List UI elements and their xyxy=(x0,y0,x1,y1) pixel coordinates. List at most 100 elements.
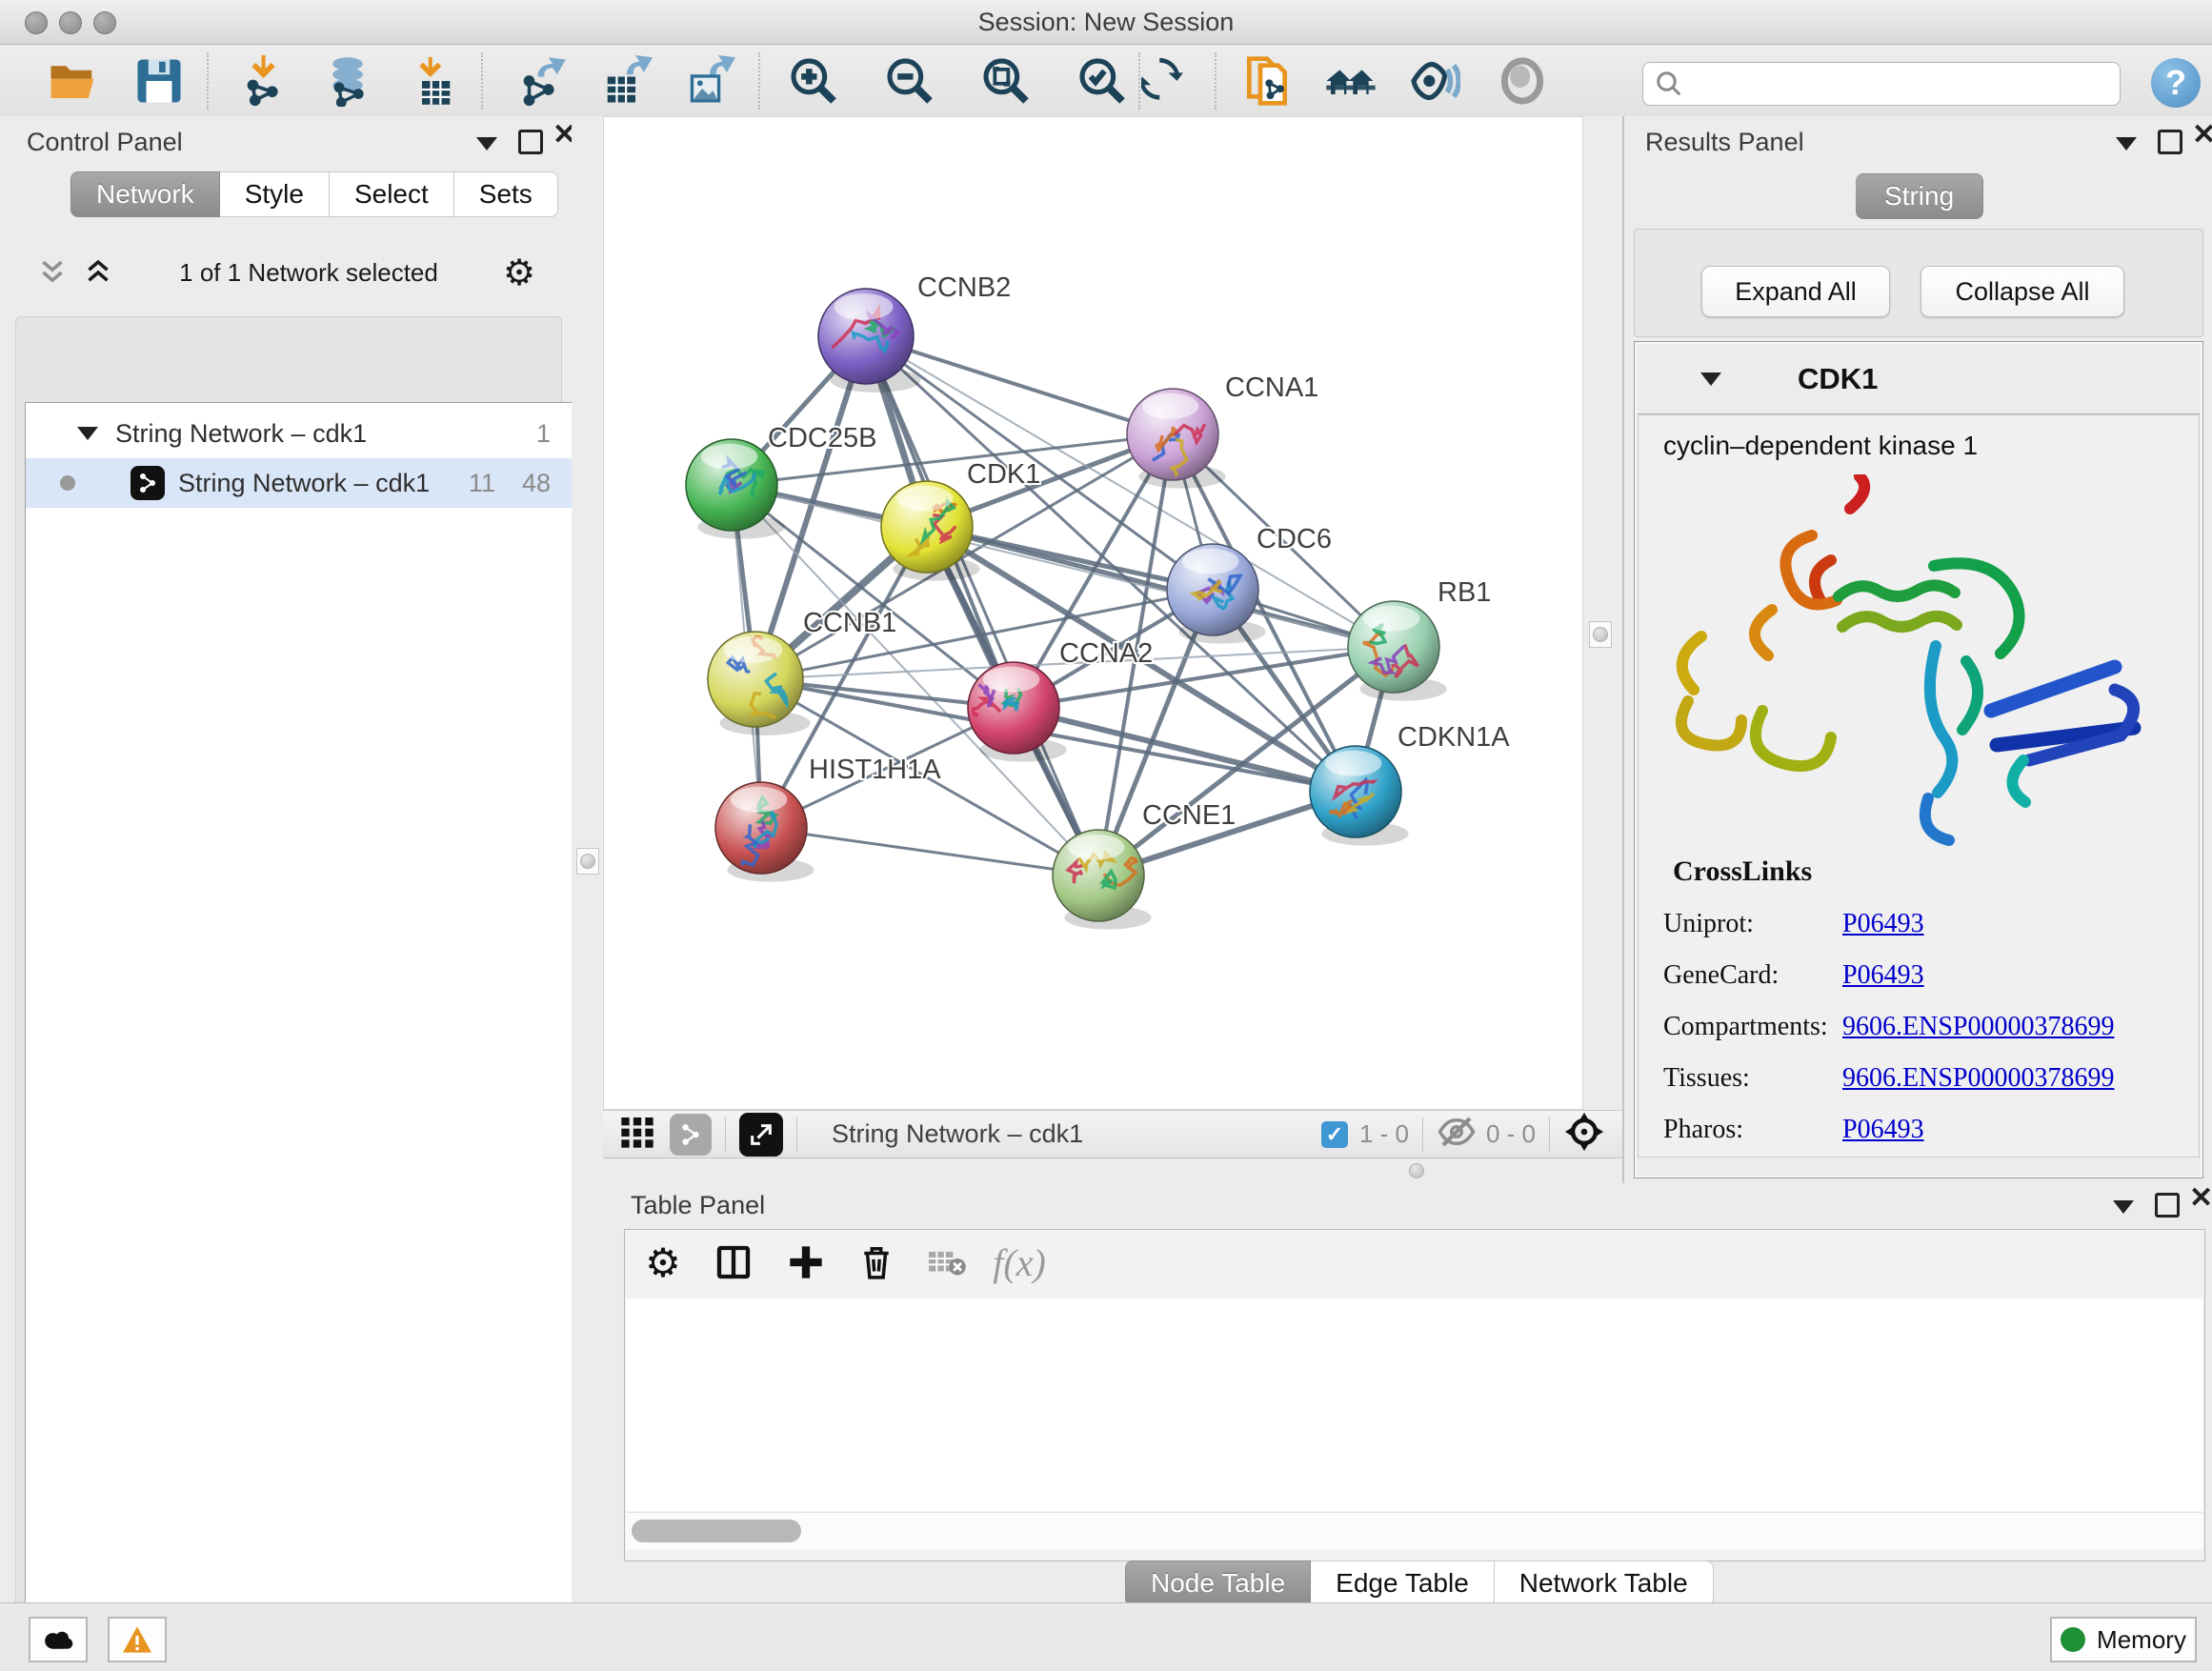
collection-count: 1 xyxy=(536,419,551,449)
crosslink-value-link[interactable]: P06493 xyxy=(1842,1115,1924,1145)
refresh-icon[interactable] xyxy=(1141,54,1195,108)
network-graph[interactable]: CCNB2CCNA1CDC25BCDK1CDC6RB1CCNB1CCNA2CDK… xyxy=(604,117,1584,1111)
node-CDK1[interactable]: CDK1 xyxy=(881,459,1040,581)
table-panel-close-icon[interactable]: ✕ xyxy=(2189,1187,2212,1210)
help-icon[interactable]: ? xyxy=(2151,58,2201,108)
warning-status-icon[interactable] xyxy=(108,1617,167,1662)
birds-eye-view-icon[interactable] xyxy=(1563,1111,1605,1158)
toolbar-separator xyxy=(796,1117,797,1152)
collection-label: String Network – cdk1 xyxy=(115,419,367,449)
control-panel-collapse-icon[interactable] xyxy=(476,137,497,151)
node-CCNA1[interactable]: CCNA1 xyxy=(1127,372,1318,490)
hidden-elements-icon[interactable] xyxy=(1437,1115,1477,1154)
toolbar-separator xyxy=(481,52,483,110)
node-CDC25B[interactable]: CDC25B xyxy=(686,423,876,539)
expand-all-button[interactable]: Expand All xyxy=(1701,266,1890,317)
node-RB1[interactable]: RB1 xyxy=(1348,577,1491,701)
show-columns-icon[interactable] xyxy=(709,1238,758,1287)
zoom-fit-content-icon[interactable] xyxy=(979,54,1033,108)
import-network-database-icon[interactable] xyxy=(321,54,374,108)
zoom-in-icon[interactable] xyxy=(787,54,840,108)
control-panel: Control Panel ✕ NetworkStyleSelectSets 1… xyxy=(0,116,572,1602)
right-splitter[interactable] xyxy=(1583,116,1622,1110)
network-collection-row[interactable]: String Network – cdk1 1 xyxy=(26,409,572,458)
horizontal-splitter[interactable] xyxy=(603,1158,1622,1183)
crosslink-value-link[interactable]: 9606.ENSP00000378699 xyxy=(1842,1063,2114,1094)
network-canvas[interactable]: CCNB2CCNA1CDC25BCDK1CDC6RB1CCNB1CCNA2CDK… xyxy=(603,116,1583,1110)
control-panel-float-icon[interactable] xyxy=(518,130,543,154)
toolbar-separator xyxy=(207,52,209,110)
results-panel-float-icon[interactable] xyxy=(2158,130,2182,154)
results-panel-close-icon[interactable]: ✕ xyxy=(2192,124,2212,147)
open-session-icon[interactable] xyxy=(46,54,99,108)
selected-nodes-checkbox-icon[interactable]: ✓ xyxy=(1321,1121,1348,1148)
node-CCNB1[interactable]: CCNB1 xyxy=(708,608,896,735)
zoom-selected-icon[interactable] xyxy=(1076,54,1129,108)
network-edge-count: 48 xyxy=(522,469,551,498)
scrollbar-thumb[interactable] xyxy=(632,1520,801,1542)
crosslink-value-link[interactable]: P06493 xyxy=(1842,960,1924,991)
cloud-status-icon[interactable] xyxy=(29,1617,88,1662)
tab-sets[interactable]: Sets xyxy=(454,171,558,217)
network-thumbnail-icon[interactable] xyxy=(670,1114,712,1156)
network-row[interactable]: String Network – cdk1 11 48 xyxy=(26,458,572,508)
import-network-file-icon[interactable] xyxy=(239,54,292,108)
grid-view-icon[interactable] xyxy=(618,1113,656,1156)
toolbar-separator xyxy=(758,52,760,110)
tab-string[interactable]: String xyxy=(1856,173,1983,219)
gene-section-body: cyclin–dependent kinase 1 xyxy=(1638,414,2200,1158)
collapse-all-chevron-icon[interactable] xyxy=(36,258,69,287)
detach-view-icon[interactable] xyxy=(739,1113,783,1157)
table-horizontal-scrollbar[interactable] xyxy=(626,1512,2202,1549)
expand-all-chevron-icon[interactable] xyxy=(82,258,114,287)
tab-network-table[interactable]: Network Table xyxy=(1495,1560,1714,1606)
open-recent-documents-icon[interactable] xyxy=(1240,54,1294,108)
table-options-gear-icon[interactable]: ⚙ xyxy=(638,1238,688,1287)
left-splitter[interactable] xyxy=(572,116,603,1602)
save-session-icon[interactable] xyxy=(132,54,186,108)
inactive-eye-icon xyxy=(1496,54,1549,108)
right-splitter-handle[interactable] xyxy=(1589,621,1612,648)
left-splitter-handle[interactable] xyxy=(576,848,599,875)
zoom-out-icon[interactable] xyxy=(883,54,936,108)
crosslink-row: Tissues:9606.ENSP00000378699 xyxy=(1663,1063,2199,1094)
node-CDKN1A[interactable]: CDKN1A xyxy=(1310,722,1510,846)
tab-select[interactable]: Select xyxy=(330,171,454,217)
tab-network[interactable]: Network xyxy=(70,171,220,217)
network-options-gear-icon[interactable]: ⚙ xyxy=(503,252,535,293)
export-table-icon[interactable] xyxy=(600,54,654,108)
create-column-icon[interactable] xyxy=(781,1238,831,1287)
memory-button[interactable]: Memory xyxy=(2050,1617,2197,1662)
import-table-icon[interactable] xyxy=(404,54,457,108)
string-home-icon[interactable] xyxy=(1324,54,1377,108)
table-panel-float-icon[interactable] xyxy=(2155,1193,2180,1218)
table-panel-title: Table Panel xyxy=(631,1191,765,1220)
results-panel-collapse-icon[interactable] xyxy=(2116,137,2137,151)
collection-expand-icon[interactable] xyxy=(77,427,98,440)
node-CCNE1[interactable]: CCNE1 xyxy=(1053,800,1236,930)
status-bar: Memory xyxy=(0,1602,2212,1671)
network-view-title: String Network – cdk1 xyxy=(832,1119,1083,1149)
delete-column-icon[interactable] xyxy=(852,1238,901,1287)
table-panel-collapse-icon[interactable] xyxy=(2113,1200,2134,1214)
tab-style[interactable]: Style xyxy=(220,171,330,217)
tab-edge-table[interactable]: Edge Table xyxy=(1311,1560,1495,1606)
crosslink-value-link[interactable]: P06493 xyxy=(1842,909,1924,939)
export-image-icon[interactable] xyxy=(683,54,736,108)
node-HIST1H1A[interactable]: HIST1H1A xyxy=(715,755,941,882)
show-graphics-details-icon[interactable] xyxy=(1407,54,1460,108)
export-network-icon[interactable] xyxy=(515,54,569,108)
table-tabs: Node TableEdge TableNetwork Table xyxy=(1125,1560,1714,1606)
collapse-all-button[interactable]: Collapse All xyxy=(1920,266,2124,317)
crosslink-row: Compartments:9606.ENSP00000378699 xyxy=(1663,1012,2199,1042)
application-window: Session: New Session xyxy=(0,0,2212,1671)
gene-section-header[interactable]: CDK1 xyxy=(1638,345,2200,414)
crosslink-value-link[interactable]: 9606.ENSP00000378699 xyxy=(1842,1012,2114,1042)
horizontal-splitter-handle[interactable] xyxy=(1409,1163,1424,1178)
node-label-CDKN1A: CDKN1A xyxy=(1398,722,1510,753)
gene-collapse-icon[interactable] xyxy=(1700,372,1721,386)
crosslinks-list: Uniprot:P06493GeneCard:P06493Compartment… xyxy=(1639,909,2199,1145)
tab-node-table[interactable]: Node Table xyxy=(1125,1560,1311,1606)
protein-structure-image xyxy=(1652,474,2185,846)
search-input[interactable] xyxy=(1642,62,2121,106)
